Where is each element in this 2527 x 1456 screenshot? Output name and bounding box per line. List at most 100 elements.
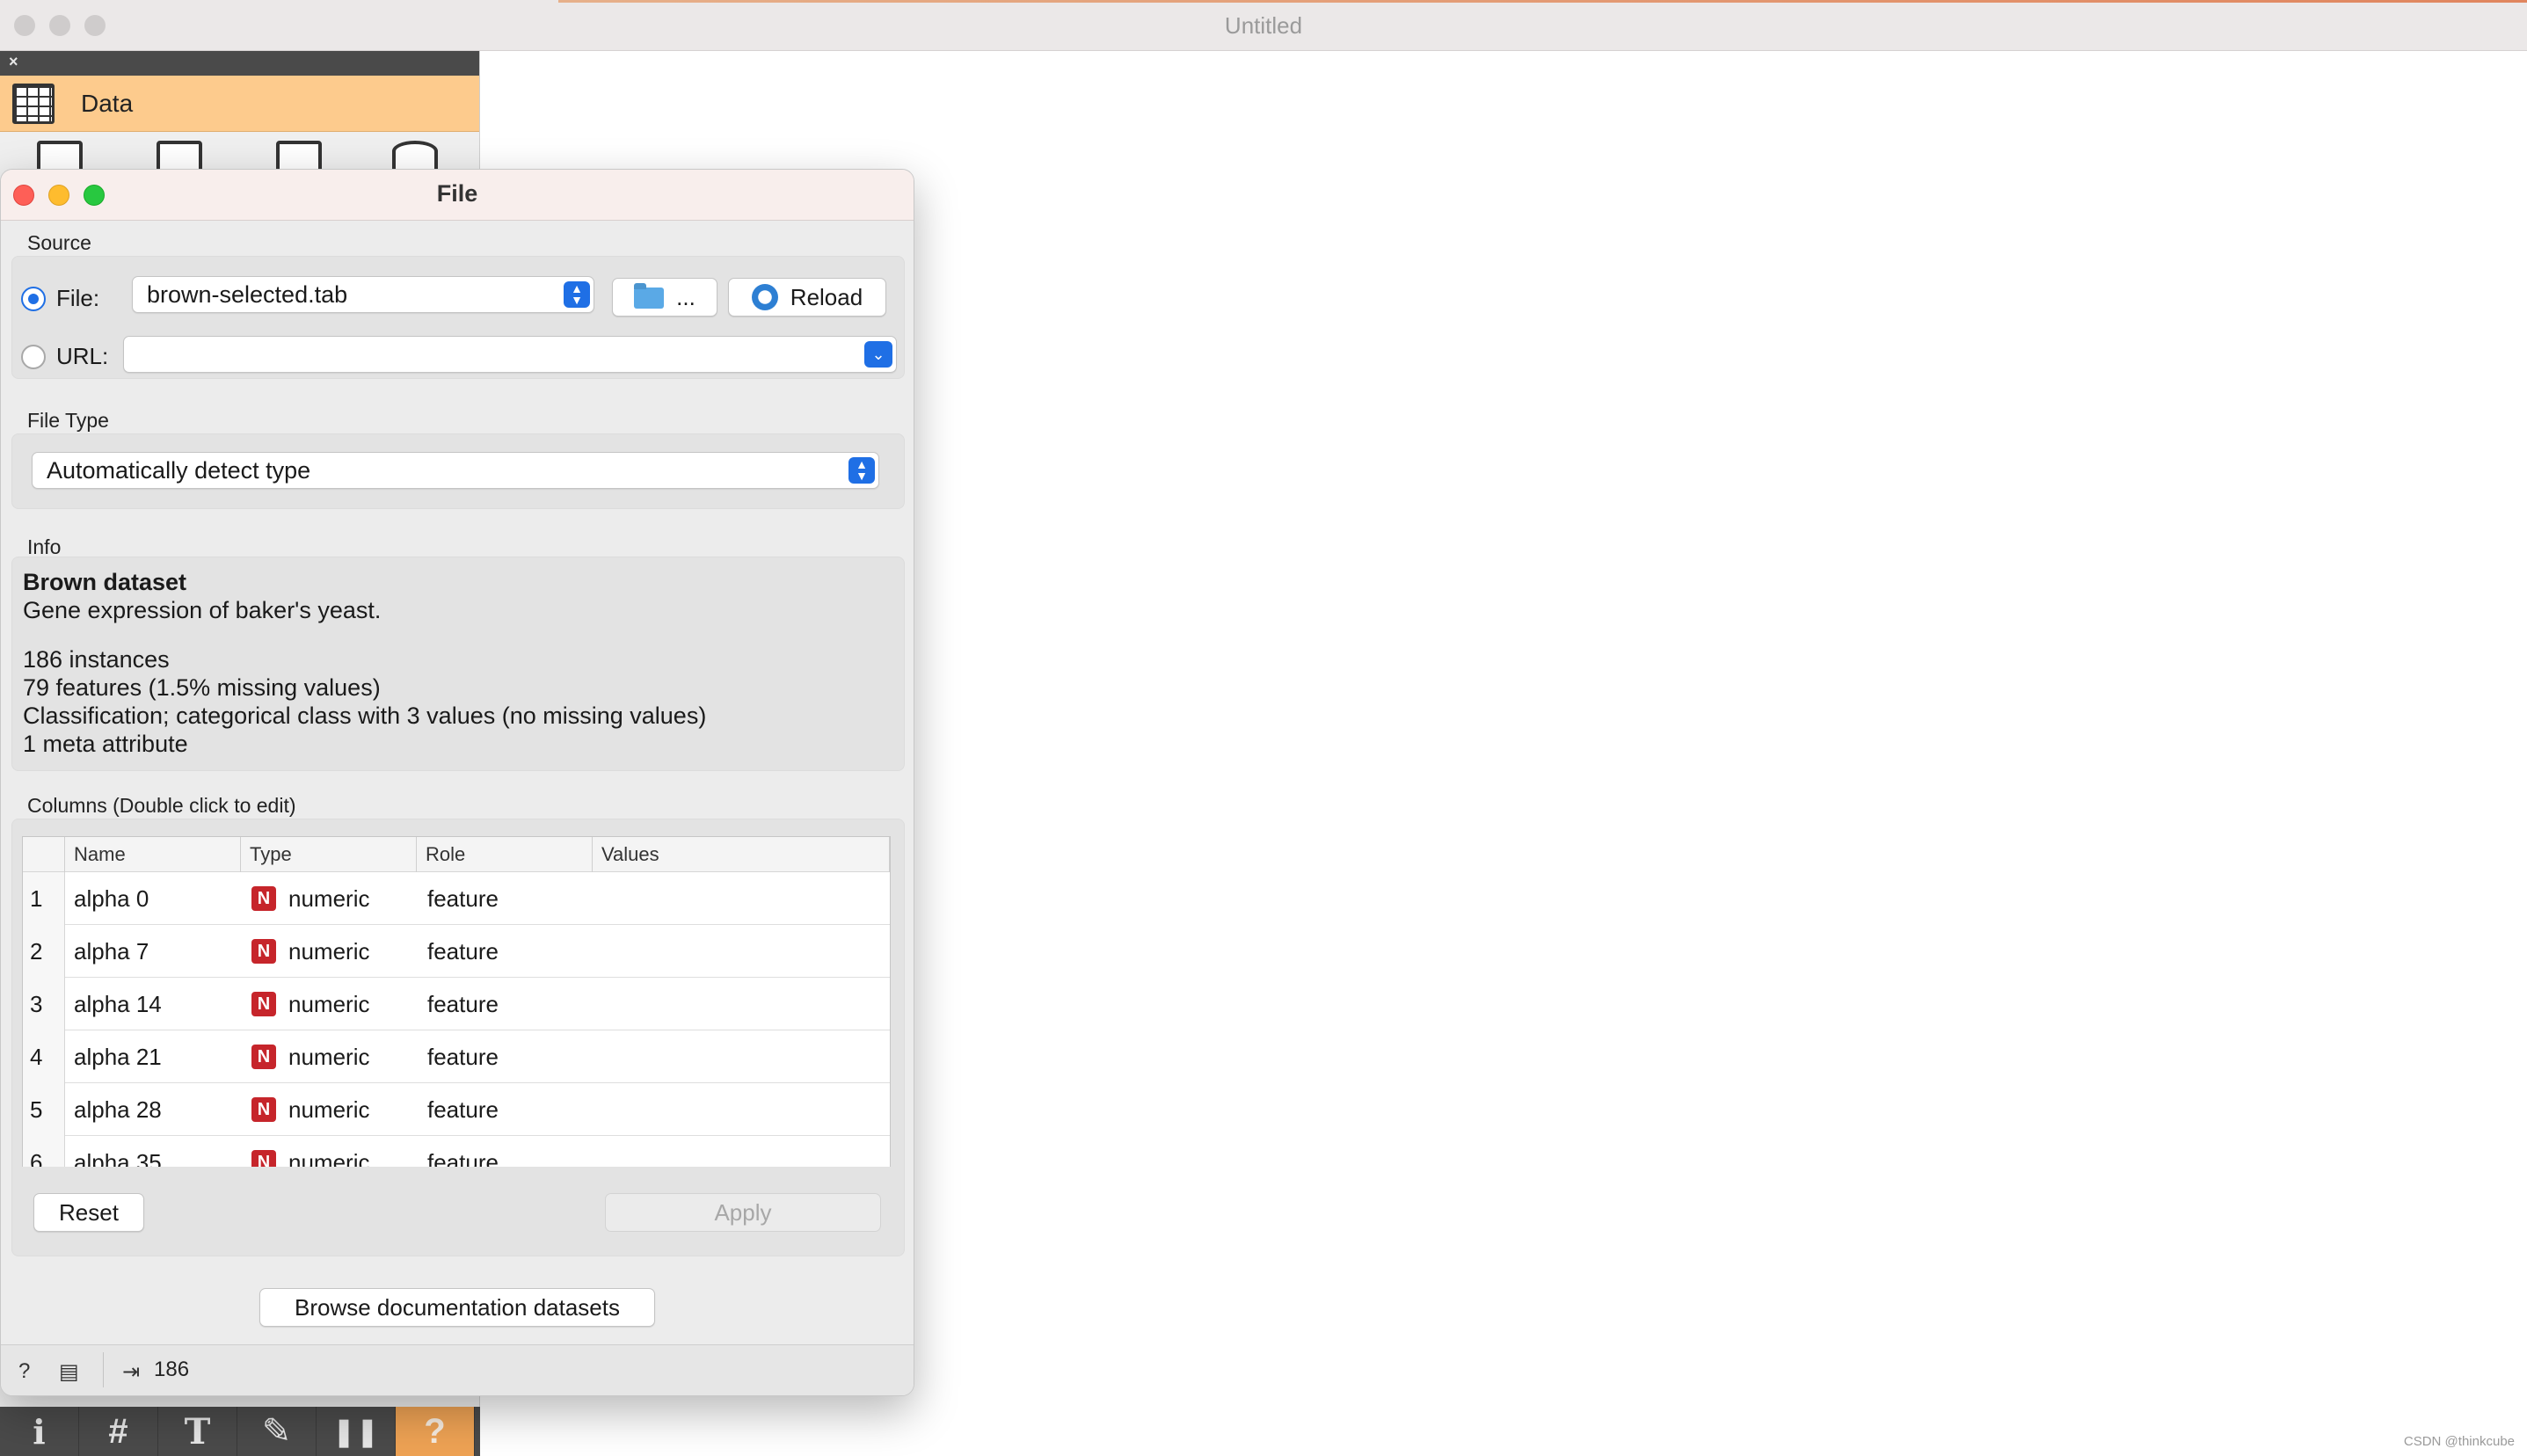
folder-icon (634, 283, 665, 309)
column-header-name[interactable]: Name (65, 837, 241, 872)
dock-close-bar: × (0, 51, 479, 76)
output-count: 186 (154, 1358, 190, 1381)
column-type[interactable]: Nnumeric (251, 1030, 369, 1083)
instances-info: 186 instances (23, 646, 170, 673)
grid-icon[interactable]: # (79, 1407, 158, 1456)
column-role[interactable]: feature (427, 978, 499, 1030)
column-type[interactable]: Nnumeric (251, 925, 369, 978)
watermark: CSDN @thinkcube (2403, 1434, 2515, 1449)
row-number: 5 (23, 1083, 65, 1136)
row-number: 1 (23, 872, 65, 925)
numeric-type-icon: N (251, 1045, 276, 1069)
dataset-description: Gene expression of baker's yeast. (23, 597, 382, 623)
file-type-group: Automatically detect type ▲ ▼ (11, 433, 905, 509)
table-row[interactable]: 3 alpha 14 Nnumeric feature (23, 978, 890, 1030)
table-row[interactable]: 4 alpha 21 Nnumeric feature (23, 1030, 890, 1083)
column-type[interactable]: Nnumeric (251, 1083, 369, 1136)
file-combo[interactable]: brown-selected.tab ▲ ▼ (132, 276, 594, 313)
meta-info: 1 meta attribute (23, 731, 188, 757)
apply-button[interactable]: Apply (605, 1193, 881, 1232)
row-number: 3 (23, 978, 65, 1030)
window-title: Untitled (1224, 12, 1303, 39)
file-dialog: File Source File: brown-selected.tab ▲ ▼ … (0, 169, 914, 1396)
file-type-section-label: File Type (27, 409, 109, 432)
file-type-combo[interactable]: Automatically detect type ▲ ▼ (32, 452, 879, 489)
reload-button[interactable]: Reload (728, 278, 886, 317)
features-info: 79 features (1.5% missing values) (23, 674, 381, 701)
up-down-arrows-icon: ▲ ▼ (848, 457, 875, 484)
file-radio-label: File: (56, 285, 100, 311)
column-type-label: numeric (288, 991, 370, 1017)
report-icon[interactable]: ▤ (59, 1359, 79, 1385)
column-type-label: numeric (288, 885, 370, 912)
classification-info: Classification; categorical class with 3… (23, 703, 707, 729)
pen-icon[interactable]: ✎ (237, 1407, 317, 1456)
column-name[interactable]: alpha 21 (74, 1030, 162, 1083)
column-name[interactable]: alpha 14 (74, 978, 162, 1030)
reload-icon (751, 284, 778, 310)
dataset-name: Brown dataset (23, 569, 187, 595)
table-icon (12, 83, 55, 124)
pause-icon[interactable]: ❚❚ (317, 1407, 396, 1456)
info-box: Brown dataset Gene expression of baker's… (11, 557, 905, 771)
dock-toolbar: i # T ✎ ❚❚ ? (0, 1407, 480, 1456)
info-icon[interactable]: i (0, 1407, 79, 1456)
url-radio[interactable] (21, 345, 46, 369)
row-number: 2 (23, 925, 65, 978)
column-header-type[interactable]: Type (241, 837, 417, 872)
text-icon[interactable]: T (158, 1407, 237, 1456)
status-bar: ? ▤ ⇥ 186 (1, 1344, 914, 1395)
reload-label: Reload (790, 284, 863, 310)
output-icon: ⇥ (122, 1360, 141, 1384)
file-radio[interactable] (21, 287, 46, 311)
reset-button[interactable]: Reset (33, 1193, 144, 1232)
table-row[interactable]: 5 alpha 28 Nnumeric feature (23, 1083, 890, 1136)
column-role[interactable]: feature (427, 1083, 499, 1136)
row-number: 4 (23, 1030, 65, 1083)
column-name[interactable]: alpha 7 (74, 925, 149, 978)
browse-documentation-button[interactable]: Browse documentation datasets (259, 1288, 655, 1327)
column-type[interactable]: Nnumeric (251, 872, 369, 925)
column-role[interactable]: feature (427, 872, 499, 925)
columns-actions-group: Reset Apply (11, 1167, 905, 1256)
row-number-header (23, 837, 65, 872)
help-icon[interactable]: ? (396, 1407, 475, 1456)
source-section-label: Source (27, 231, 91, 254)
numeric-type-icon: N (251, 992, 276, 1016)
help-icon[interactable]: ? (18, 1359, 30, 1384)
dock-category-data[interactable]: Data (0, 76, 479, 132)
info-section-label: Info (27, 535, 62, 558)
title-accent (558, 0, 2527, 3)
column-header-values[interactable]: Values (593, 837, 890, 872)
url-radio-label: URL: (56, 343, 109, 369)
file-combo-value: brown-selected.tab (147, 281, 348, 308)
table-row[interactable]: 1 alpha 0 Nnumeric feature (23, 872, 890, 925)
chevron-down-icon[interactable]: ⌄ (864, 341, 892, 368)
dock-category-label: Data (81, 89, 134, 117)
column-type[interactable]: Nnumeric (251, 978, 369, 1030)
column-type-label: numeric (288, 1096, 370, 1123)
table-row[interactable]: 2 alpha 7 Nnumeric feature (23, 925, 890, 978)
dock-close-icon[interactable]: × (9, 53, 18, 71)
browse-file-button[interactable]: ... (612, 278, 717, 317)
file-type-value: Automatically detect type (47, 457, 311, 484)
columns-table[interactable]: Name Type Role Values 1 alpha 0 Nnumeric… (22, 836, 891, 1172)
column-header-role[interactable]: Role (417, 837, 593, 872)
dialog-titlebar: File (1, 170, 914, 221)
column-role[interactable]: feature (427, 925, 499, 978)
column-name[interactable]: alpha 0 (74, 872, 149, 925)
column-role[interactable]: feature (427, 1030, 499, 1083)
numeric-type-icon: N (251, 939, 276, 964)
main-titlebar: Untitled (0, 0, 2527, 51)
source-group: File: brown-selected.tab ▲ ▼ ... Reload U… (11, 256, 905, 379)
numeric-type-icon: N (251, 1097, 276, 1122)
url-combo[interactable]: ⌄ (123, 336, 897, 373)
browse-label: ... (676, 284, 695, 310)
columns-section-label: Columns (Double click to edit) (27, 794, 296, 817)
table-header: Name Type Role Values (23, 837, 890, 872)
dialog-title: File (436, 180, 478, 207)
column-name[interactable]: alpha 28 (74, 1083, 162, 1136)
numeric-type-icon: N (251, 886, 276, 911)
column-type-label: numeric (288, 938, 370, 965)
up-down-arrows-icon: ▲ ▼ (564, 281, 590, 308)
